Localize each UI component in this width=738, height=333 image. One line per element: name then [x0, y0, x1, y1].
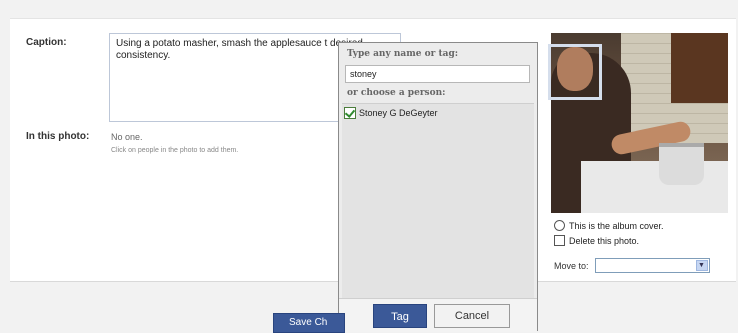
- delete-photo-option[interactable]: Delete this photo.: [554, 233, 664, 248]
- photo-options: This is the album cover. Delete this pho…: [554, 218, 664, 248]
- album-cover-label: This is the album cover.: [569, 220, 664, 231]
- save-changes-button[interactable]: Save Ch: [273, 313, 345, 333]
- tag-popup-heading: Type any name or tag:: [347, 49, 459, 59]
- move-to-label: Move to:: [554, 260, 589, 271]
- in-this-photo-label: In this photo:: [26, 131, 90, 142]
- choose-person-label: or choose a person:: [347, 88, 446, 98]
- list-item[interactable]: Stoney G DeGeyter: [342, 104, 534, 122]
- move-to-row: Move to: ▼: [554, 258, 710, 273]
- caption-label: Caption:: [26, 37, 67, 48]
- album-cover-option[interactable]: This is the album cover.: [554, 218, 664, 233]
- person-name: Stoney G DeGeyter: [359, 108, 438, 118]
- delete-photo-checkbox[interactable]: [554, 235, 565, 246]
- chevron-down-icon[interactable]: ▼: [695, 260, 708, 271]
- delete-photo-label: Delete this photo.: [569, 235, 640, 246]
- tag-popup-footer: Tag Cancel: [339, 298, 537, 332]
- tag-popup: Type any name or tag: stoney or choose a…: [338, 42, 538, 332]
- cancel-button[interactable]: Cancel: [434, 304, 510, 328]
- album-cover-radio[interactable]: [554, 220, 565, 231]
- tag-button[interactable]: Tag: [373, 304, 427, 328]
- tagged-people-value: No one.: [111, 132, 143, 142]
- tag-selection-box[interactable]: [548, 44, 602, 100]
- tag-name-input[interactable]: stoney: [345, 65, 530, 83]
- person-checkbox[interactable]: [344, 107, 356, 119]
- person-list: Stoney G DeGeyter: [342, 103, 534, 298]
- tag-hint-text: Click on people in the photo to add them…: [111, 147, 239, 154]
- move-to-select[interactable]: ▼: [594, 258, 710, 273]
